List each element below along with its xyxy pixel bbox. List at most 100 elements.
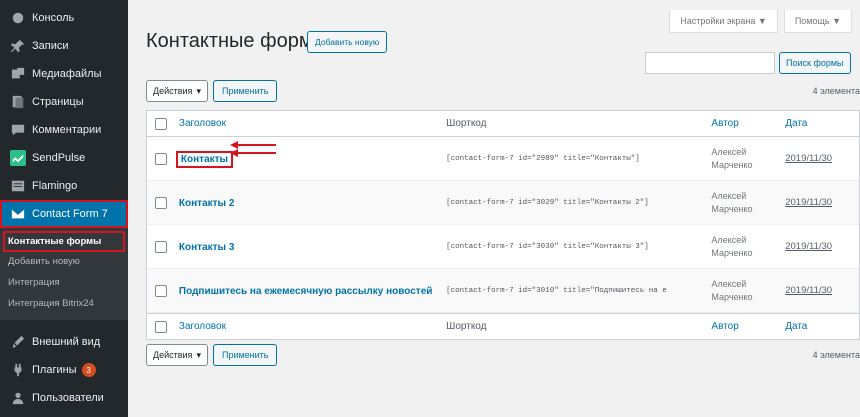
menu-item-label: Пользователи bbox=[32, 392, 104, 404]
author-last-name: Марченко bbox=[711, 291, 753, 302]
menu-item-plugins[interactable]: Плагины 3 bbox=[0, 356, 128, 384]
menu-item-dashboard[interactable]: Консоль bbox=[0, 4, 128, 32]
plugins-update-badge: 3 bbox=[81, 363, 96, 377]
table-row: Контакты 3 [contact-form-7 id="3030" tit… bbox=[147, 225, 859, 269]
menu-item-label: Flamingo bbox=[32, 180, 78, 192]
table-row: Контакты 2 [contact-form-7 id="3029" tit… bbox=[147, 181, 859, 225]
author-name: Алексей Марченко bbox=[711, 146, 785, 170]
column-date-header[interactable]: Дата bbox=[785, 118, 859, 129]
menu-item-sendpulse[interactable]: SendPulse bbox=[0, 144, 128, 172]
menu-item-label: Комментарии bbox=[32, 124, 102, 136]
help-button[interactable]: Помощь ▼ bbox=[783, 10, 852, 33]
search-button[interactable]: Поиск формы bbox=[779, 52, 851, 74]
shortcode-text: [contact-form-7 id="3010" title="Подпиши… bbox=[446, 286, 667, 295]
row-checkbox[interactable] bbox=[154, 284, 167, 297]
column-title-footer[interactable]: Заголовок bbox=[175, 321, 446, 332]
author-last-name: Марченко bbox=[711, 159, 753, 170]
menu-item-label: Консоль bbox=[32, 12, 75, 24]
author-first-name: Алексей bbox=[711, 147, 747, 158]
appearance-icon bbox=[10, 334, 26, 350]
row-checkbox[interactable] bbox=[154, 240, 167, 253]
shortcode-text: [contact-form-7 id="3029" title="Контакт… bbox=[446, 198, 649, 207]
main-content: Настройки экрана ▼ Помощь ▼ Контактные ф… bbox=[128, 0, 860, 417]
apply-button[interactable]: Применить bbox=[212, 80, 278, 102]
row-checkbox[interactable] bbox=[154, 152, 167, 165]
submenu-item-contact-forms[interactable]: Контактные формы bbox=[3, 231, 125, 252]
admin-sidebar: Консоль Записи Медиафайлы Страницы Комме… bbox=[0, 0, 128, 417]
table-row: Подпишитесь на ежемесячную рассылку ново… bbox=[147, 269, 859, 313]
menu-item-label: Плагины bbox=[32, 364, 77, 376]
menu-item-label: Медиафайлы bbox=[32, 68, 102, 80]
media-icon bbox=[10, 66, 26, 82]
author-name: Алексей Марченко bbox=[711, 190, 785, 214]
chevron-down-icon: ▾ bbox=[196, 349, 201, 360]
column-shortcode-header: Шорткод bbox=[446, 118, 487, 129]
column-author-header[interactable]: Автор bbox=[711, 117, 785, 131]
date-link[interactable]: 2019/11/30 bbox=[785, 241, 832, 252]
date-link[interactable]: 2019/11/30 bbox=[785, 285, 832, 296]
add-new-button[interactable]: Добавить новую bbox=[307, 31, 388, 53]
shortcode-text: [contact-form-7 id="2989" title="Контакт… bbox=[446, 154, 640, 163]
select-all-checkbox[interactable] bbox=[154, 320, 167, 333]
search-input[interactable] bbox=[645, 52, 775, 74]
items-count: 4 элемента bbox=[812, 86, 860, 96]
submenu-item-bitrix24[interactable]: Интеграция Bitrix24 bbox=[0, 293, 128, 314]
author-name: Алексей Марченко bbox=[711, 278, 785, 302]
menu-item-posts[interactable]: Записи bbox=[0, 32, 128, 60]
submenu-item-add-new[interactable]: Добавить новую bbox=[0, 251, 128, 272]
bulk-actions-select[interactable]: Действия ▾ bbox=[146, 344, 208, 366]
author-last-name: Марченко bbox=[711, 247, 753, 258]
menu-item-users[interactable]: Пользователи bbox=[0, 384, 128, 412]
table-footer-row: Заголовок Шорткод Автор Дата bbox=[147, 313, 859, 339]
date-link[interactable]: 2019/11/30 bbox=[785, 197, 832, 208]
screen-options-button[interactable]: Настройки экрана ▼ bbox=[669, 10, 778, 33]
form-title-link[interactable]: Контакты bbox=[175, 150, 234, 168]
comments-icon bbox=[10, 122, 26, 138]
column-author-footer[interactable]: Автор bbox=[711, 320, 785, 334]
author-first-name: Алексей bbox=[711, 235, 747, 246]
sendpulse-icon bbox=[10, 150, 26, 166]
dashboard-icon bbox=[10, 10, 26, 26]
bulk-actions-label: Действия bbox=[153, 86, 193, 96]
shortcode-text: [contact-form-7 id="3030" title="Контакт… bbox=[446, 242, 649, 251]
tablenav-bottom: Действия ▾ Применить 4 элемента bbox=[146, 344, 860, 366]
column-date-footer[interactable]: Дата bbox=[785, 321, 859, 332]
author-name: Алексей Марченко bbox=[711, 234, 785, 258]
bulk-actions-select[interactable]: Действия ▾ bbox=[146, 80, 208, 102]
screen-meta-tabs: Настройки экрана ▼ Помощь ▼ bbox=[669, 10, 852, 33]
column-title-header[interactable]: Заголовок bbox=[175, 118, 446, 129]
row-checkbox[interactable] bbox=[154, 196, 167, 209]
select-all-checkbox[interactable] bbox=[154, 117, 167, 130]
form-title-link[interactable]: Подпишитесь на ежемесячную рассылку ново… bbox=[179, 286, 432, 297]
pages-icon bbox=[10, 94, 26, 110]
menu-item-flamingo[interactable]: Flamingo bbox=[0, 172, 128, 200]
menu-item-contact-form-7[interactable]: Contact Form 7 bbox=[0, 200, 128, 228]
form-title-link[interactable]: Контакты 2 bbox=[179, 198, 235, 209]
menu-item-label: Записи bbox=[32, 40, 69, 52]
author-first-name: Алексей bbox=[711, 191, 747, 202]
menu-item-comments[interactable]: Комментарии bbox=[0, 116, 128, 144]
users-icon bbox=[10, 390, 26, 406]
plugins-icon bbox=[10, 362, 26, 378]
contact-form-submenu: Контактные формы Добавить новую Интеграц… bbox=[0, 228, 128, 320]
menu-item-label: Внешний вид bbox=[32, 336, 101, 348]
menu-item-media[interactable]: Медиафайлы bbox=[0, 60, 128, 88]
menu-item-label: SendPulse bbox=[32, 152, 86, 164]
annotation-arrow-icon bbox=[230, 141, 276, 157]
form-title-link[interactable]: Контакты 3 bbox=[179, 242, 235, 253]
items-count: 4 элемента bbox=[812, 350, 860, 360]
flamingo-icon bbox=[10, 178, 26, 194]
date-link[interactable]: 2019/11/30 bbox=[785, 153, 832, 164]
table-header-row: Заголовок Шорткод Автор Дата bbox=[147, 111, 859, 137]
mail-icon bbox=[10, 206, 26, 222]
menu-item-appearance[interactable]: Внешний вид bbox=[0, 328, 128, 356]
submenu-item-integration[interactable]: Интеграция bbox=[0, 272, 128, 293]
menu-item-pages[interactable]: Страницы bbox=[0, 88, 128, 116]
apply-button[interactable]: Применить bbox=[212, 344, 278, 366]
page-title: Контактные формы bbox=[146, 30, 327, 52]
bulk-actions-label: Действия bbox=[153, 350, 193, 360]
column-shortcode-footer: Шорткод bbox=[446, 321, 487, 332]
pin-icon bbox=[10, 38, 26, 54]
chevron-down-icon: ▾ bbox=[196, 85, 201, 96]
menu-item-label: Contact Form 7 bbox=[32, 208, 108, 220]
